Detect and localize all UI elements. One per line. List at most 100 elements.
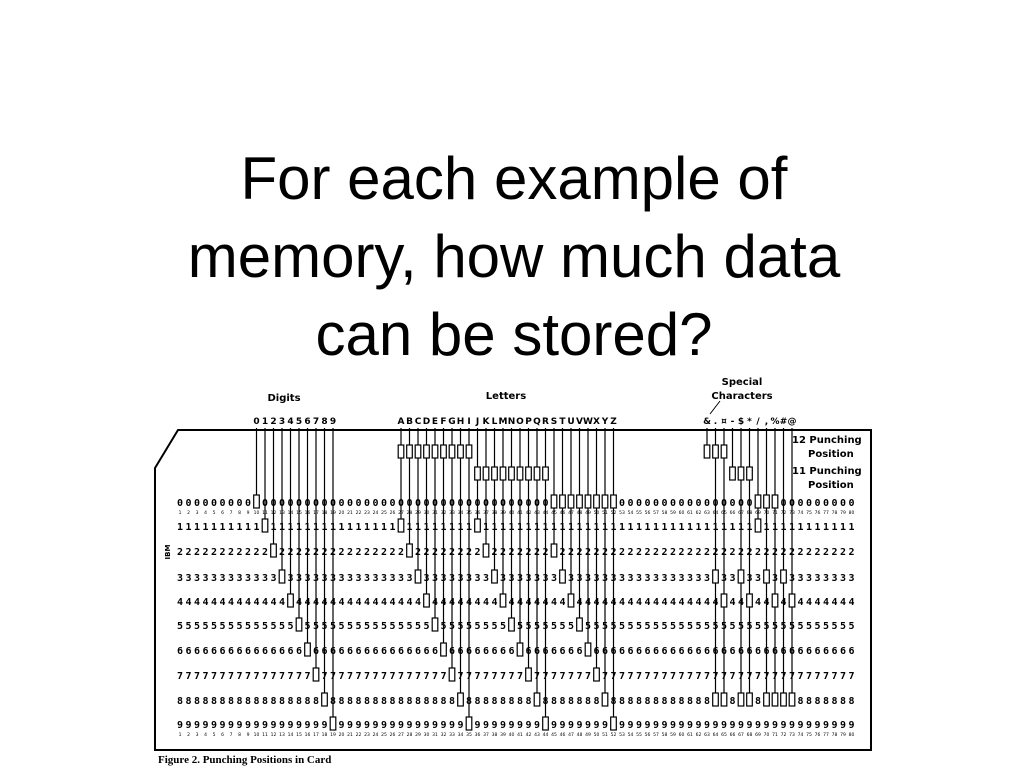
punch-hole — [270, 543, 277, 558]
card-digit: 6 — [831, 646, 837, 657]
card-digit: 6 — [474, 646, 480, 657]
card-digit: 3 — [695, 573, 701, 584]
card-digit: 9 — [432, 720, 438, 731]
card-digit: 3 — [262, 573, 268, 584]
card-digit: 0 — [644, 498, 650, 509]
card-digit: 3 — [610, 573, 616, 584]
punch-hole — [397, 444, 405, 459]
card-digit: 8 — [576, 696, 582, 707]
card-digit: 1 — [746, 522, 752, 533]
card-digit: 0 — [466, 498, 472, 509]
card-digit: 7 — [287, 671, 293, 682]
card-digit: 7 — [559, 671, 565, 682]
card-digit: 7 — [194, 671, 200, 682]
card-digit: 5 — [814, 621, 820, 632]
punch-hole — [567, 593, 575, 608]
card-digit: 7 — [806, 671, 812, 682]
card-digit: 8 — [806, 696, 812, 707]
punch-hole — [423, 593, 430, 608]
column-number: 30 — [424, 732, 430, 738]
card-digit: 3 — [542, 573, 548, 584]
column-number: 48 — [577, 510, 583, 516]
card-digit: 4 — [627, 597, 633, 608]
card-digit: 0 — [806, 498, 812, 509]
card-digit: 6 — [355, 646, 361, 657]
card-digit: 0 — [780, 498, 786, 509]
column-number: 75 — [806, 732, 812, 738]
card-digit: 3 — [355, 573, 361, 584]
card-digit: 8 — [177, 696, 183, 707]
card-digit: 6 — [347, 646, 353, 657]
punch-hole — [287, 593, 294, 608]
card-digit: 7 — [355, 671, 361, 682]
card-digit: 9 — [806, 720, 812, 731]
card-digit: 4 — [738, 597, 744, 608]
card-digit: 7 — [177, 671, 183, 682]
card-digit: 2 — [823, 547, 829, 558]
card-digit: 0 — [814, 498, 820, 509]
card-digit: 9 — [678, 720, 684, 731]
column-number: 9 — [247, 510, 250, 516]
card-digit: 6 — [500, 646, 506, 657]
card-digit: 5 — [457, 621, 463, 632]
card-digit: 6 — [542, 646, 548, 657]
card-digit: 2 — [772, 547, 778, 558]
card-digit: 6 — [449, 646, 455, 657]
card-digit: 5 — [330, 621, 336, 632]
card-digit: 8 — [381, 696, 387, 707]
card-digit: 3 — [593, 573, 599, 584]
card-digit: 8 — [219, 696, 225, 707]
card-digit: 0 — [296, 498, 302, 509]
punch-hole — [482, 466, 490, 481]
card-digit: 2 — [389, 547, 395, 558]
punch-hole — [474, 518, 481, 533]
card-digit: 2 — [721, 547, 727, 558]
card-digit: 2 — [415, 547, 421, 558]
column-number: 67 — [738, 732, 744, 738]
card-digit: 4 — [440, 597, 446, 608]
card-digit: 0 — [729, 498, 735, 509]
card-digit: 8 — [185, 696, 191, 707]
card-digit: 1 — [644, 522, 650, 533]
card-digit: 6 — [279, 646, 285, 657]
card-digit: 4 — [211, 597, 217, 608]
card-digit: 0 — [270, 498, 276, 509]
card-digit: 9 — [695, 720, 701, 731]
column-number: 58 — [662, 510, 668, 516]
card-digit: 3 — [568, 573, 574, 584]
digit-label: 8 — [321, 417, 327, 427]
column-number: 24 — [373, 510, 379, 516]
card-digit: 4 — [202, 597, 208, 608]
card-digit: 6 — [508, 646, 514, 657]
card-digit: 7 — [185, 671, 191, 682]
card-digit: 0 — [517, 498, 523, 509]
card-digit: 1 — [670, 522, 676, 533]
card-digit: 8 — [568, 696, 574, 707]
column-number: 73 — [789, 732, 795, 738]
card-digit: 5 — [364, 621, 370, 632]
column-number: 32 — [441, 732, 447, 738]
card-digit: 5 — [551, 621, 557, 632]
card-digit: 5 — [746, 621, 752, 632]
card-digit: 9 — [211, 720, 217, 731]
card-digit: 6 — [185, 646, 191, 657]
card-digit: 0 — [389, 498, 395, 509]
column-number: 25 — [381, 732, 387, 738]
card-digit: 0 — [534, 498, 540, 509]
column-number: 60 — [679, 510, 685, 516]
punch-hole — [559, 569, 566, 584]
card-digit: 7 — [653, 671, 659, 682]
punch-hole — [431, 617, 439, 632]
special-pointer — [709, 400, 721, 415]
card-digit: 0 — [738, 498, 744, 509]
column-number: 35 — [466, 732, 472, 738]
card-digit: 6 — [432, 646, 438, 657]
card-digit: 1 — [806, 522, 812, 533]
card-digit: 4 — [270, 597, 276, 608]
card-digit: 2 — [636, 547, 642, 558]
column-number: 63 — [704, 510, 710, 516]
card-digit: 0 — [440, 498, 446, 509]
card-digit: 3 — [398, 573, 404, 584]
card-digit: 5 — [831, 621, 837, 632]
column-number: 23 — [364, 732, 370, 738]
